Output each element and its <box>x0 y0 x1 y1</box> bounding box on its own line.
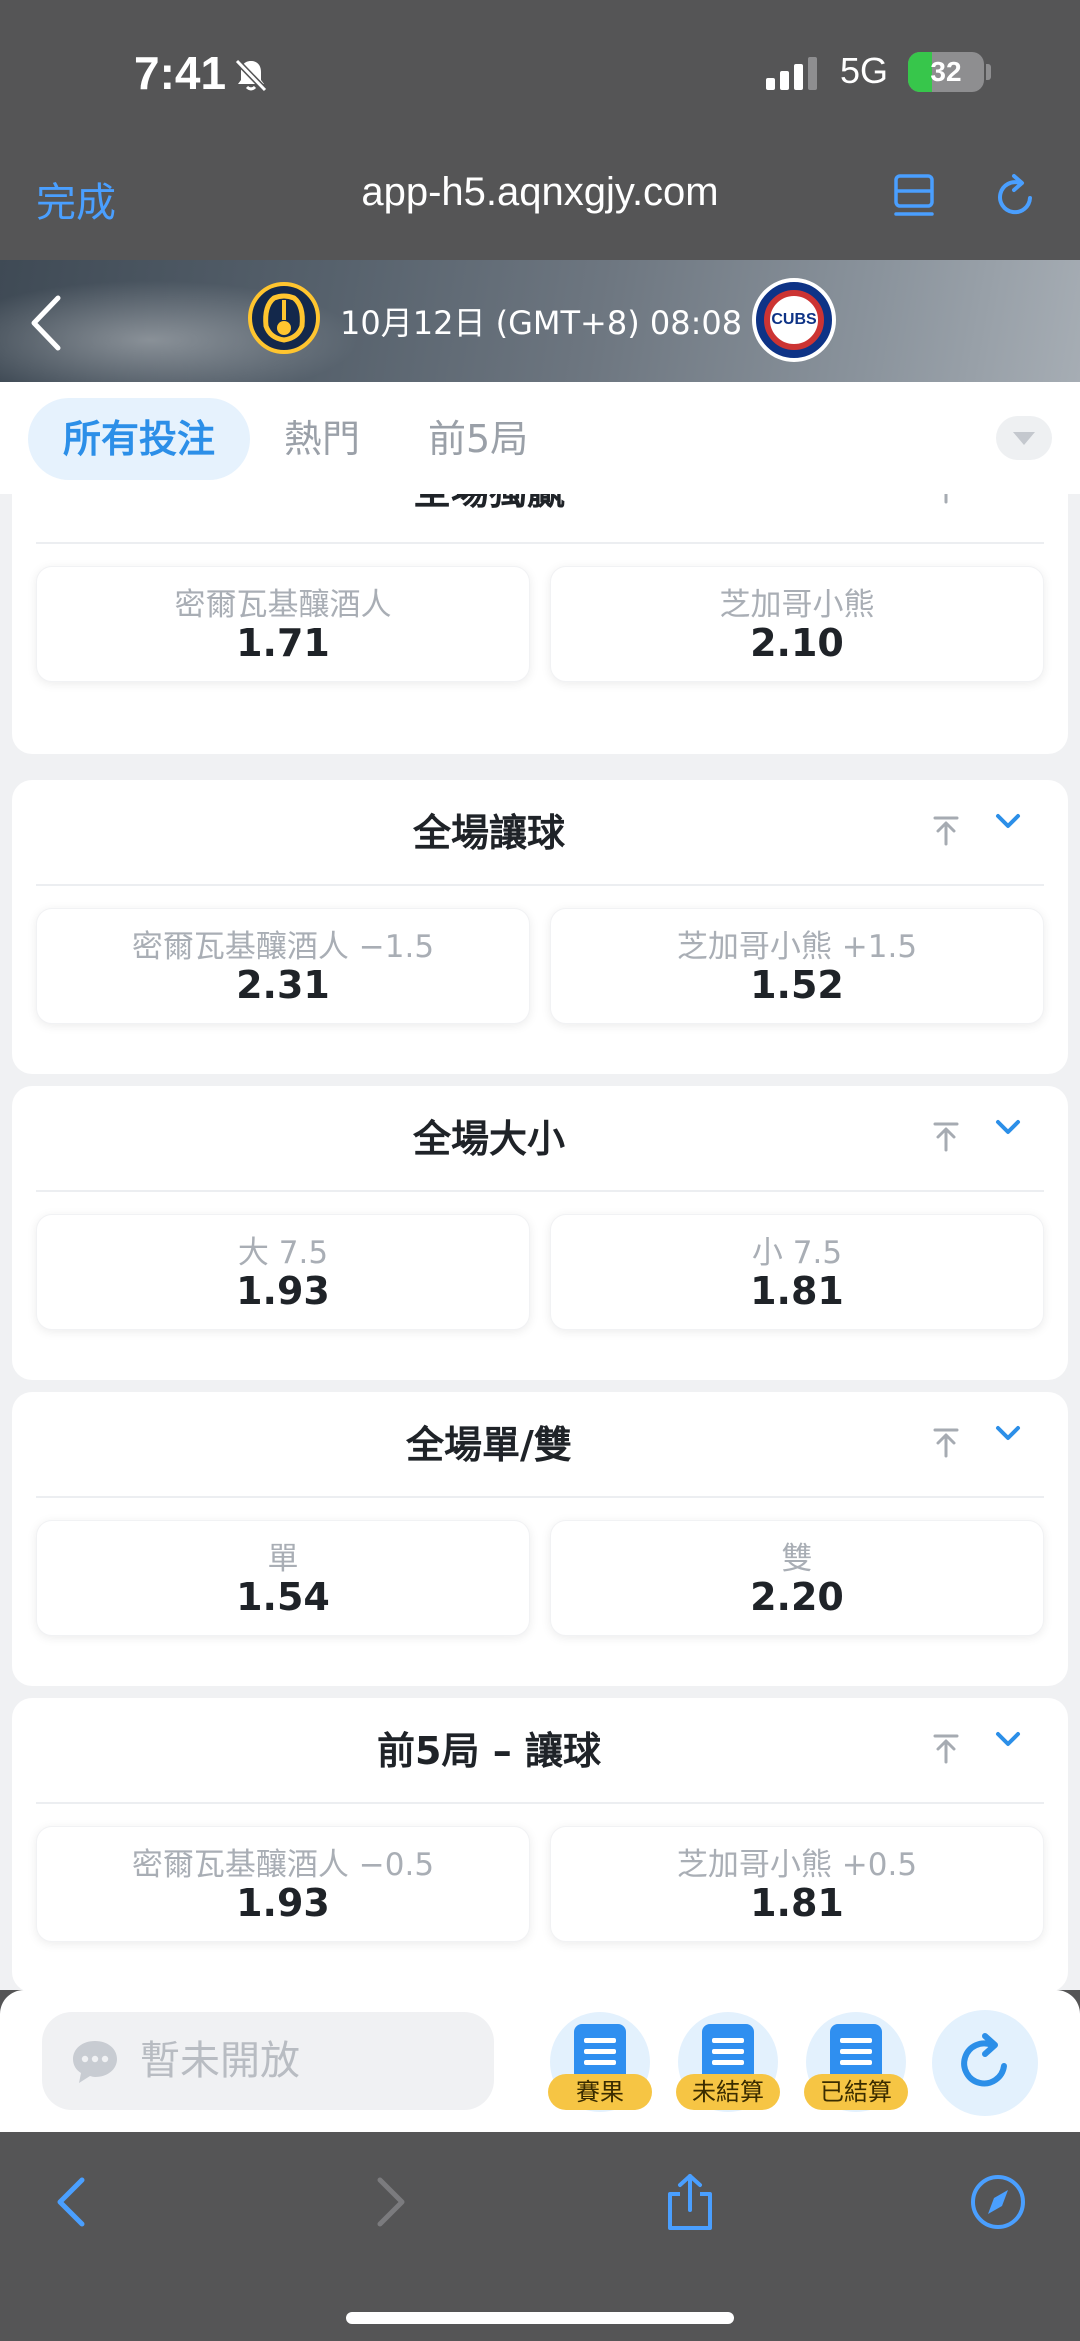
caret-down-icon <box>1013 432 1035 445</box>
collapse-chevron-icon[interactable] <box>990 1416 1026 1452</box>
settled-label: 已結算 <box>804 2074 908 2110</box>
market-list: 全場獨贏密爾瓦基釀酒人1.71芝加哥小熊2.10全場讓球密爾瓦基釀酒人 −1.5… <box>0 494 1080 1990</box>
option-label: 小 7.5 <box>751 1235 843 1271</box>
market-card: 前5局 – 讓球 密爾瓦基釀酒人 −0.5 1.93 芝加哥小熊 +0.5 1.81 <box>12 1698 1068 1990</box>
cubs-logo-inner: CUBS <box>764 290 824 350</box>
unsettled-button[interactable]: 未結算 <box>676 2012 780 2112</box>
results-label: 賽果 <box>548 2074 652 2110</box>
chat-input[interactable]: 暫未開放 <box>42 2012 494 2110</box>
bell-slash-icon <box>234 58 268 93</box>
back-chevron-icon[interactable] <box>28 294 64 352</box>
match-banner: 10月12日 (GMT+8) 08:08 CUBS <box>0 260 1080 382</box>
tab-popular[interactable]: 熱門 <box>284 398 360 480</box>
collapse-chevron-icon[interactable] <box>990 494 1026 498</box>
market-title: 前5局 – 讓球 <box>377 1729 601 1773</box>
option-label: 單 <box>267 1541 299 1577</box>
market-title: 全場大小 <box>412 1117 565 1161</box>
pin-to-top-icon[interactable] <box>928 494 964 506</box>
forward-arrow-icon[interactable] <box>358 2172 418 2232</box>
option-label: 雙 <box>781 1541 813 1577</box>
match-datetime: 10月12日 (GMT+8) 08:08 <box>340 304 743 342</box>
back-arrow-icon[interactable] <box>44 2172 104 2232</box>
option-label: 大 7.5 <box>237 1235 329 1271</box>
option-odds: 1.81 <box>750 1881 844 1925</box>
settled-button[interactable]: 已結算 <box>804 2012 908 2112</box>
odds-option[interactable]: 大 7.5 1.93 <box>36 1214 530 1330</box>
pin-to-top-icon[interactable] <box>928 1424 964 1460</box>
option-label: 密爾瓦基釀酒人 −1.5 <box>131 929 435 965</box>
market-card: 全場獨贏密爾瓦基釀酒人1.71芝加哥小熊2.10 <box>12 494 1068 754</box>
market-tabs: 所有投注 熱門 前5局 <box>0 382 1080 494</box>
option-odds: 1.52 <box>750 963 844 1007</box>
odds-option[interactable]: 密爾瓦基釀酒人 1.71 <box>36 566 530 682</box>
market-divider <box>36 542 1044 544</box>
chat-bubble-icon <box>73 2041 117 2083</box>
reload-icon[interactable] <box>990 172 1040 222</box>
odds-option[interactable]: 芝加哥小熊 +1.5 1.52 <box>550 908 1044 1024</box>
option-odds: 2.20 <box>750 1575 844 1619</box>
market-divider <box>36 1190 1044 1192</box>
odds-option[interactable]: 芝加哥小熊 2.10 <box>550 566 1044 682</box>
battery-icon: 32 <box>908 52 984 92</box>
refresh-icon <box>961 2033 1007 2087</box>
market-title: 全場讓球 <box>412 811 565 855</box>
option-odds: 2.10 <box>750 621 844 665</box>
option-label: 芝加哥小熊 +0.5 <box>676 1847 918 1883</box>
odds-option[interactable]: 單 1.54 <box>36 1520 530 1636</box>
pin-to-top-icon[interactable] <box>928 1730 964 1766</box>
signal-icon <box>766 57 817 90</box>
cubs-logo: CUBS <box>752 278 836 362</box>
battery-nub <box>986 64 991 80</box>
status-bar: 7:41 5G 32 <box>0 0 1080 150</box>
chat-placeholder: 暫未開放 <box>140 2038 300 2084</box>
option-label: 芝加哥小熊 <box>719 587 875 623</box>
odds-option[interactable]: 小 7.5 1.81 <box>550 1214 1044 1330</box>
market-divider <box>36 1802 1044 1804</box>
unsettled-label: 未結算 <box>676 2074 780 2110</box>
pin-to-top-icon[interactable] <box>928 812 964 848</box>
pin-to-top-icon[interactable] <box>928 1118 964 1154</box>
collapse-chevron-icon[interactable] <box>990 804 1026 840</box>
option-odds: 1.54 <box>236 1575 330 1619</box>
brewers-glove-icon <box>263 293 305 343</box>
action-bar: 暫未開放 賽果 未結算 已結算 <box>0 1990 1080 2132</box>
market-card: 全場讓球 密爾瓦基釀酒人 −1.5 2.31 芝加哥小熊 +1.5 1.52 <box>12 780 1068 1074</box>
cubs-logo-text: CUBS <box>771 311 817 328</box>
market-divider <box>36 1496 1044 1498</box>
option-odds: 1.71 <box>236 621 330 665</box>
reader-icon[interactable] <box>892 172 936 222</box>
battery-level: 32 <box>930 56 962 87</box>
market-divider <box>36 884 1044 886</box>
option-odds: 1.93 <box>236 1269 330 1313</box>
market-card: 全場大小大 7.5 1.93 小 7.5 1.81 <box>12 1086 1068 1380</box>
option-label: 芝加哥小熊 +1.5 <box>676 929 918 965</box>
odds-option[interactable]: 芝加哥小熊 +0.5 1.81 <box>550 1826 1044 1942</box>
odds-option[interactable]: 密爾瓦基釀酒人 −0.5 1.93 <box>36 1826 530 1942</box>
refresh-button[interactable] <box>932 2010 1038 2116</box>
collapse-chevron-icon[interactable] <box>990 1722 1026 1758</box>
option-label: 密爾瓦基釀酒人 <box>174 587 392 623</box>
odds-option[interactable]: 雙 2.20 <box>550 1520 1044 1636</box>
home-indicator <box>346 2312 734 2324</box>
option-odds: 1.81 <box>750 1269 844 1313</box>
tab-first-5-innings[interactable]: 前5局 <box>428 398 528 480</box>
safari-toolbar <box>0 2132 1080 2341</box>
tab-all-bets[interactable]: 所有投注 <box>28 398 250 480</box>
compass-icon[interactable] <box>968 2172 1028 2232</box>
tabs-dropdown-button[interactable] <box>996 416 1052 460</box>
market-card: 全場單/雙單 1.54 雙 2.20 <box>12 1392 1068 1686</box>
results-button[interactable]: 賽果 <box>548 2012 652 2112</box>
network-type: 5G <box>840 50 889 91</box>
odds-option[interactable]: 密爾瓦基釀酒人 −1.5 2.31 <box>36 908 530 1024</box>
option-odds: 1.93 <box>236 1881 330 1925</box>
market-title: 全場單/雙 <box>406 1423 572 1467</box>
brewers-logo <box>248 282 320 354</box>
browser-header: 完成 app-h5.aqnxgjy.com <box>0 150 1080 260</box>
option-label: 密爾瓦基釀酒人 −0.5 <box>131 1847 435 1883</box>
option-odds: 2.31 <box>236 963 330 1007</box>
market-title: 全場獨贏 <box>12 494 966 515</box>
status-time: 7:41 <box>134 47 227 99</box>
share-icon[interactable] <box>660 2172 720 2232</box>
collapse-chevron-icon[interactable] <box>990 1110 1026 1146</box>
